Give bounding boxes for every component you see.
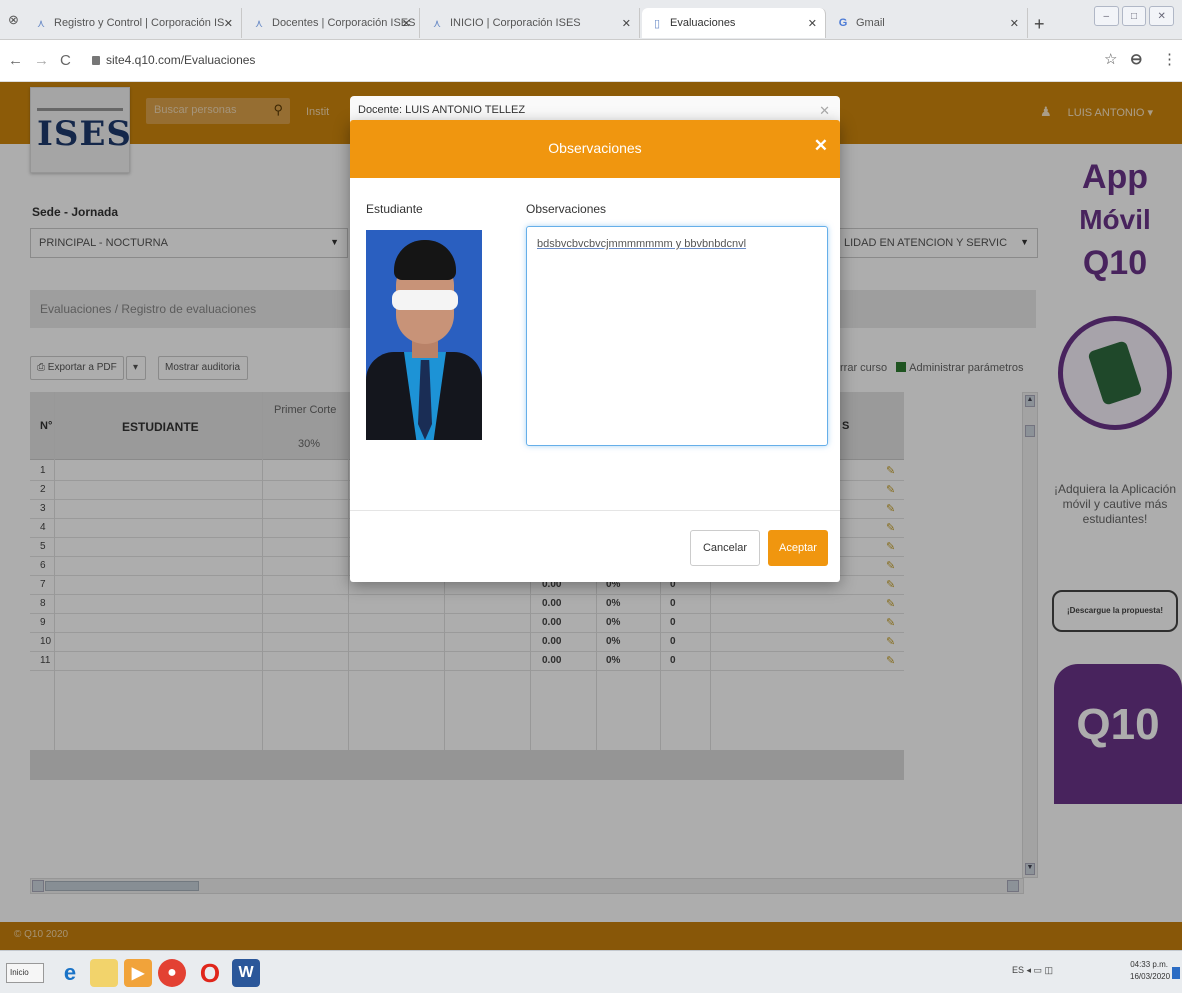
dialog-title: Observaciones <box>548 140 642 156</box>
lock-icon <box>92 56 100 65</box>
window-controls: – □ ✕ <box>1094 6 1175 26</box>
minimize-icon[interactable]: – <box>1094 6 1119 26</box>
accept-button[interactable]: Aceptar <box>768 530 828 566</box>
observations-dialog: Observaciones ✕ Estudiante Observaciones… <box>350 120 840 582</box>
dialog-header: Observaciones ✕ <box>350 120 840 178</box>
student-photo <box>366 230 482 440</box>
system-tray[interactable]: ES ◂ ▭ ◫ <box>1012 965 1053 976</box>
page-favicon: ▯ <box>653 17 661 30</box>
browser-menu-icon[interactable]: ⋮ <box>1162 50 1177 68</box>
forward-icon[interactable]: → <box>34 52 49 69</box>
url-field[interactable]: site4.q10.com/Evaluaciones <box>92 53 255 67</box>
media-player-icon[interactable]: ▶ <box>124 959 152 987</box>
tab-docentes[interactable]: ⋏ Docentes | Corporación ISES ✕ <box>244 8 420 38</box>
google-favicon: G <box>838 17 848 29</box>
student-label: Estudiante <box>366 202 423 216</box>
close-icon[interactable]: ✕ <box>814 136 828 156</box>
folder-icon[interactable] <box>90 959 118 987</box>
close-tab-icon[interactable]: ✕ <box>1010 17 1019 30</box>
close-icon[interactable]: ✕ <box>819 103 830 119</box>
windows-taskbar: Inicio e ▶ ● O W ES ◂ ▭ ◫ 04:33 p.m. 16/… <box>0 950 1182 993</box>
observations-label: Observaciones <box>526 202 607 216</box>
show-desktop-button[interactable] <box>1172 967 1180 979</box>
cancel-button[interactable]: Cancelar <box>690 530 760 566</box>
close-tab-icon[interactable]: ✕ <box>402 17 411 30</box>
bookmark-star-icon[interactable]: ☆ <box>1104 50 1117 68</box>
dialog-divider <box>350 510 840 511</box>
back-icon[interactable]: ← <box>8 52 23 69</box>
system-clock[interactable]: 04:33 p.m. 16/03/2020 <box>1130 959 1170 983</box>
chrome-icon[interactable]: ● <box>158 959 186 987</box>
browser-tab-bar: ⊗ ⋏ Registro y Control | Corporación IS … <box>0 0 1182 40</box>
browser-menu-icon[interactable]: ⊗ <box>8 12 19 28</box>
address-bar: ← → C site4.q10.com/Evaluaciones ☆ ⊖ ⋮ <box>0 40 1182 82</box>
close-tab-icon[interactable]: ✕ <box>808 17 817 30</box>
reload-icon[interactable]: C <box>60 52 71 69</box>
maximize-icon[interactable]: □ <box>1121 6 1147 26</box>
word-icon[interactable]: W <box>232 959 260 987</box>
start-button[interactable]: Inicio <box>6 963 44 983</box>
observations-textarea[interactable]: bdsbvcbvcbvcjmmmmmmm y bbvbnbdcnvl <box>526 226 828 446</box>
tab-registro[interactable]: ⋏ Registro y Control | Corporación IS ✕ <box>26 8 242 38</box>
close-tab-icon[interactable]: ✕ <box>224 17 233 30</box>
tab-gmail[interactable]: G Gmail ✕ <box>828 8 1028 38</box>
tab-evaluaciones[interactable]: ▯ Evaluaciones ✕ <box>642 8 826 38</box>
profile-icon[interactable]: ⊖ <box>1130 50 1143 68</box>
site-favicon: ⋏ <box>36 17 46 30</box>
new-tab-icon[interactable]: + <box>1034 14 1045 35</box>
close-tab-icon[interactable]: ✕ <box>622 17 631 30</box>
tab-inicio[interactable]: ⋏ INICIO | Corporación ISES ✕ <box>422 8 640 38</box>
ie-icon[interactable]: e <box>56 959 84 987</box>
opera-icon[interactable]: O <box>196 958 224 988</box>
site-favicon: ⋏ <box>432 17 442 30</box>
site-favicon: ⋏ <box>254 17 264 30</box>
close-window-icon[interactable]: ✕ <box>1149 6 1175 26</box>
